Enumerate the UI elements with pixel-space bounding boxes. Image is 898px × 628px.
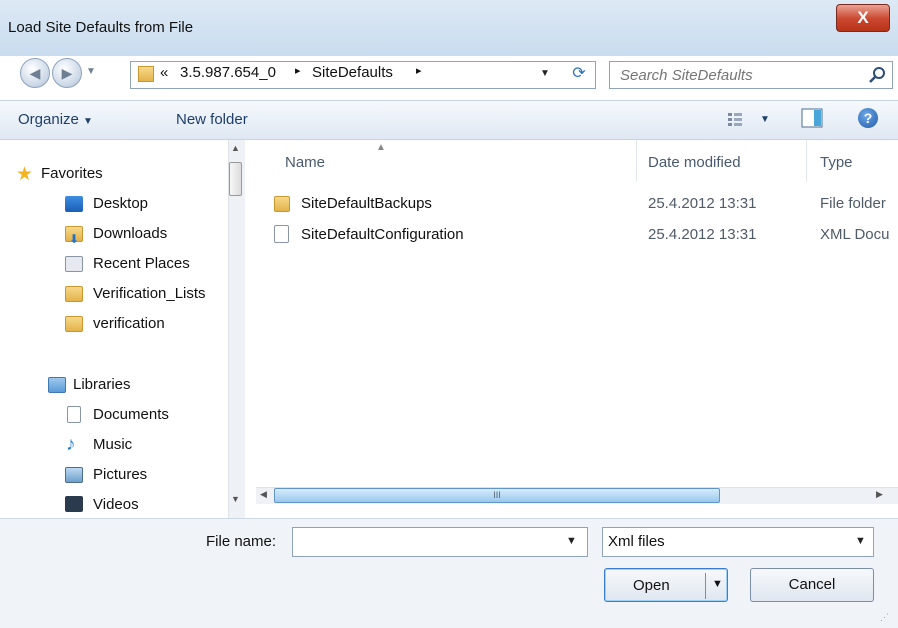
- folder-icon: [138, 66, 154, 82]
- nav-downloads[interactable]: Downloads: [93, 225, 167, 242]
- recent-places-icon: [65, 256, 83, 272]
- address-dropdown-icon[interactable]: ▼: [540, 68, 550, 79]
- organize-label: Organize: [18, 111, 79, 128]
- file-row[interactable]: SiteDefaultBackups 25.4.2012 13:31 File …: [258, 190, 898, 218]
- organize-button[interactable]: Organize ▼: [18, 111, 93, 128]
- file-name: SiteDefaultConfiguration: [301, 226, 464, 243]
- column-divider[interactable]: [806, 140, 807, 182]
- scroll-up-icon[interactable]: ▲: [231, 143, 240, 153]
- file-type-dropdown-icon[interactable]: ▼: [855, 535, 866, 547]
- resize-grip-icon[interactable]: ⋰: [880, 612, 889, 623]
- refresh-icon[interactable]: ⟳: [566, 63, 592, 87]
- scroll-left-icon[interactable]: ◀: [260, 489, 267, 500]
- libraries-icon: [48, 377, 66, 393]
- close-button[interactable]: X: [836, 4, 890, 32]
- column-divider[interactable]: [636, 140, 637, 182]
- file-row[interactable]: SiteDefaultConfiguration 25.4.2012 13:31…: [258, 221, 898, 249]
- xml-file-icon: [274, 225, 289, 243]
- pictures-icon: [65, 467, 83, 483]
- help-icon[interactable]: ?: [858, 108, 878, 128]
- breadcrumb-sitedefaults[interactable]: SiteDefaults: [312, 64, 393, 81]
- open-button[interactable]: Open ▼: [604, 568, 728, 602]
- nav-music[interactable]: Music: [93, 436, 132, 453]
- folder-icon: [65, 286, 83, 302]
- new-folder-button[interactable]: New folder: [176, 111, 248, 128]
- breadcrumb-overflow[interactable]: «: [160, 64, 168, 81]
- split-divider: [705, 573, 706, 599]
- column-header-name[interactable]: Name: [285, 154, 325, 171]
- nav-verification[interactable]: verification: [93, 315, 165, 332]
- desktop-icon: [65, 196, 83, 212]
- navigation-scroll-thumb[interactable]: [229, 162, 242, 196]
- file-type: XML Docu: [820, 226, 890, 243]
- breadcrumb-version[interactable]: 3.5.987.654_0: [180, 64, 276, 81]
- file-date: 25.4.2012 13:31: [648, 226, 757, 243]
- column-header-date-modified[interactable]: Date modified: [648, 154, 741, 171]
- back-button[interactable]: ◀: [20, 58, 50, 88]
- file-name-input[interactable]: [292, 527, 588, 557]
- view-list-icon[interactable]: [726, 110, 744, 128]
- navigation-scrollbar[interactable]: [228, 140, 245, 518]
- horizontal-scroll-thumb[interactable]: III: [274, 488, 720, 503]
- documents-icon: [67, 406, 81, 423]
- forward-button[interactable]: ▶: [52, 58, 82, 88]
- file-date: 25.4.2012 13:31: [648, 195, 757, 212]
- breadcrumb-separator-icon[interactable]: ▸: [416, 64, 422, 77]
- music-note-icon: ♪: [66, 434, 76, 455]
- star-icon: ★: [16, 164, 34, 185]
- folder-icon: [274, 196, 290, 212]
- folder-icon: [65, 316, 83, 332]
- nav-recent-places[interactable]: Recent Places: [93, 255, 190, 272]
- file-name-label: File name:: [206, 533, 277, 550]
- search-input[interactable]: [609, 61, 893, 89]
- cancel-button[interactable]: Cancel: [750, 568, 874, 602]
- sort-ascending-icon: ▲: [376, 142, 386, 153]
- nav-pictures[interactable]: Pictures: [93, 466, 147, 483]
- open-options-dropdown-icon[interactable]: ▼: [712, 578, 723, 590]
- open-label: Open: [633, 577, 670, 594]
- nav-favorites[interactable]: Favorites: [41, 165, 103, 182]
- recent-locations-dropdown-icon[interactable]: ▼: [86, 66, 96, 77]
- back-arrow-icon: ◀: [29, 65, 41, 81]
- nav-documents[interactable]: Documents: [93, 406, 169, 423]
- view-options-dropdown-icon[interactable]: ▼: [760, 114, 770, 125]
- file-name: SiteDefaultBackups: [301, 195, 432, 212]
- videos-icon: [65, 496, 83, 512]
- nav-libraries[interactable]: Libraries: [73, 376, 131, 393]
- file-type: File folder: [820, 195, 886, 212]
- search-icon[interactable]: [868, 66, 886, 84]
- scroll-down-icon[interactable]: ▼: [231, 494, 240, 504]
- column-header-type[interactable]: Type: [820, 154, 853, 171]
- file-type-selected: Xml files: [608, 533, 665, 550]
- breadcrumb-separator-icon[interactable]: ▸: [295, 64, 301, 77]
- nav-desktop[interactable]: Desktop: [93, 195, 148, 212]
- window-title: Load Site Defaults from File: [8, 19, 194, 36]
- file-name-dropdown-icon[interactable]: ▼: [566, 535, 577, 547]
- organize-dropdown-icon: ▼: [83, 116, 93, 127]
- download-arrow-icon: ⬇: [69, 232, 80, 246]
- nav-videos[interactable]: Videos: [93, 496, 139, 510]
- preview-pane-icon[interactable]: [801, 108, 823, 128]
- scroll-right-icon[interactable]: ▶: [876, 489, 883, 500]
- forward-arrow-icon: ▶: [61, 65, 73, 81]
- nav-verification-lists[interactable]: Verification_Lists: [93, 285, 206, 302]
